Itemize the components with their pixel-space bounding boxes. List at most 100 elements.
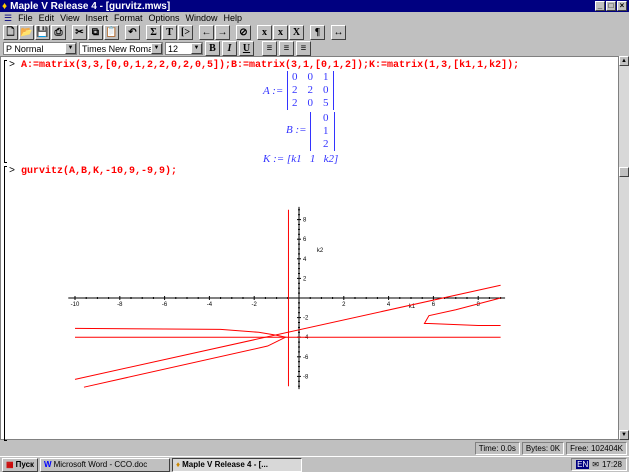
prompt: > [9,60,16,71]
toolbar-cut-button[interactable]: ✂ [72,25,87,40]
x-tick-label: 6 [432,302,436,308]
maple-icon: ♦ [176,460,181,469]
status-bar: Time: 0.0s Bytes: 0K Free: 102404K [0,442,629,455]
chevron-down-icon[interactable]: ▼ [65,43,76,54]
free-status: Free: 102404K [566,442,627,455]
y-tick-label: 2 [303,276,307,282]
menu-insert[interactable]: Insert [85,13,108,23]
matrix-cell: 1 [323,71,329,83]
y-axis-label: k2 [317,248,324,254]
toolbar-btn-12-button[interactable]: → [215,25,230,40]
align-right-button[interactable]: ≡ [296,41,311,56]
toolbar-btn-18-button[interactable]: ↔ [331,25,346,40]
maximize-button[interactable]: □ [606,1,616,11]
toolbar-btn-9-button[interactable]: T [162,25,177,40]
toolbar-new-button[interactable]: 🗋 [3,25,18,40]
toolbar-btn-15-button[interactable]: x [273,25,288,40]
align-left-button[interactable]: ≡ [262,41,277,56]
y-tick-label: -4 [303,335,309,341]
x-tick-label: -4 [207,302,213,308]
K-output: K := [k1 1 k2] [263,153,339,165]
toolbar-btn-17-button[interactable]: ¶ [310,25,325,40]
command-input[interactable]: gurvitz(A,B,K,-10,9,-9,9); [21,166,177,177]
menu-format[interactable]: Format [114,13,143,23]
plot[interactable]: -10 -8 -6 -4 -2 2 4 6 88642-2-4-6-8k1k2 [1,202,618,402]
italic-button[interactable]: I [222,41,237,56]
chevron-down-icon[interactable]: ▼ [151,43,162,54]
x-tick-label: 4 [387,302,391,308]
vertical-scrollbar[interactable]: ▲ ▼ [619,56,629,440]
toolbar-paste-button[interactable]: 📋 [104,25,119,40]
x-tick-label: -8 [117,302,123,308]
x-tick-label: -6 [162,302,168,308]
scroll-up-button[interactable]: ▲ [619,56,629,66]
bytes-status: Bytes: 0K [521,442,565,455]
system-tray: EN ✉ 17:28 [571,458,627,471]
maple-icon: ♦ [2,0,8,12]
bold-button[interactable]: B [205,41,220,56]
size-select[interactable]: 12 ▼ [165,42,203,55]
task-maple[interactable]: ♦ Maple V Release 4 - [... [172,457,303,472]
matrix-cell: 2 [292,97,298,109]
task-word[interactable]: W Microsoft Word - CCO.doc [40,457,171,472]
language-indicator[interactable]: EN [576,460,590,469]
toolbar-save-button[interactable]: 💾 [35,25,50,40]
start-button[interactable]: ▦ Пуск [2,457,39,472]
y-tick-label: -2 [303,316,309,322]
underline-button[interactable]: U [239,41,254,56]
y-tick-label: -8 [303,374,309,380]
font-select[interactable]: Times New Roman ▼ [79,42,163,55]
matrix-cell: 0 [323,112,329,124]
chevron-down-icon[interactable]: ▼ [191,43,202,54]
worksheet[interactable]: > A:=matrix(3,3,[0,0,1,2,2,0,2,0,5]);B:=… [0,56,619,441]
matrix-cell: 0 [323,84,329,96]
matrix-cell: 1 [323,125,329,137]
minimize-button[interactable]: _ [595,1,605,11]
matrix-cell: 5 [323,97,329,109]
toolbar-print-button[interactable]: ⎙ [51,25,66,40]
menu-help[interactable]: Help [224,13,243,23]
toolbar-copy-button[interactable]: ⧉ [88,25,103,40]
menu-bar: ☰ File Edit View Insert Format Options Window H… [0,12,629,24]
menu-options[interactable]: Options [149,13,180,23]
y-tick-label: 6 [303,237,307,243]
toolbar-undo-button[interactable]: ↶ [125,25,140,40]
x-tick-label: -2 [252,302,258,308]
title-bar: ♦ Maple V Release 4 - [gurvitz.mws] _ □ × [0,0,629,12]
matrix-cell: 0 [307,71,314,83]
mail-icon[interactable]: ✉ [592,460,599,469]
x-tick-label: -10 [71,302,80,308]
y-tick-label: -6 [303,355,309,361]
matrix-cell: 0 [292,71,298,83]
word-icon: W [44,460,52,469]
toolbar: 🗋 📂 💾 ⎙ ✂ ⧉ 📋 ↶ Σ T [> ← → ⊘ x x X ¶ ↔ [0,24,629,41]
style-select[interactable]: P Normal ▼ [3,42,77,55]
menu-window[interactable]: Window [186,13,218,23]
toolbar-btn-16-button[interactable]: X [289,25,304,40]
scroll-thumb[interactable] [619,167,629,177]
window-title: Maple V Release 4 - [gurvitz.mws] [10,0,171,12]
align-center-button[interactable]: ≡ [279,41,294,56]
toolbar-stop-button[interactable]: ⊘ [236,25,251,40]
A-label: A := [263,85,284,97]
close-button[interactable]: × [617,1,627,11]
toolbar-btn-10-button[interactable]: [> [178,25,193,40]
toolbar-btn-11-button[interactable]: ← [199,25,214,40]
clock: 17:28 [601,460,622,469]
menu-file[interactable]: File [18,13,33,23]
doc-menu-icon[interactable]: ☰ [4,13,12,24]
execution-group-bracket[interactable] [4,60,7,163]
toolbar-open-button[interactable]: 📂 [19,25,34,40]
menu-view[interactable]: View [60,13,79,23]
toolbar-btn-14-button[interactable]: x [257,25,272,40]
windows-logo-icon: ▦ [6,460,14,469]
matrix-cell: 2 [323,138,329,150]
scroll-down-button[interactable]: ▼ [619,430,629,440]
x-tick-label: 8 [477,302,481,308]
toolbar-btn-8-button[interactable]: Σ [146,25,161,40]
matrix-cell: 2 [307,84,314,96]
boundary-curve-4 [423,297,501,326]
command-input[interactable]: A:=matrix(3,3,[0,0,1,2,2,0,2,0,5]);B:=ma… [21,60,519,71]
menu-edit[interactable]: Edit [39,13,55,23]
B-label: B := [286,124,307,136]
